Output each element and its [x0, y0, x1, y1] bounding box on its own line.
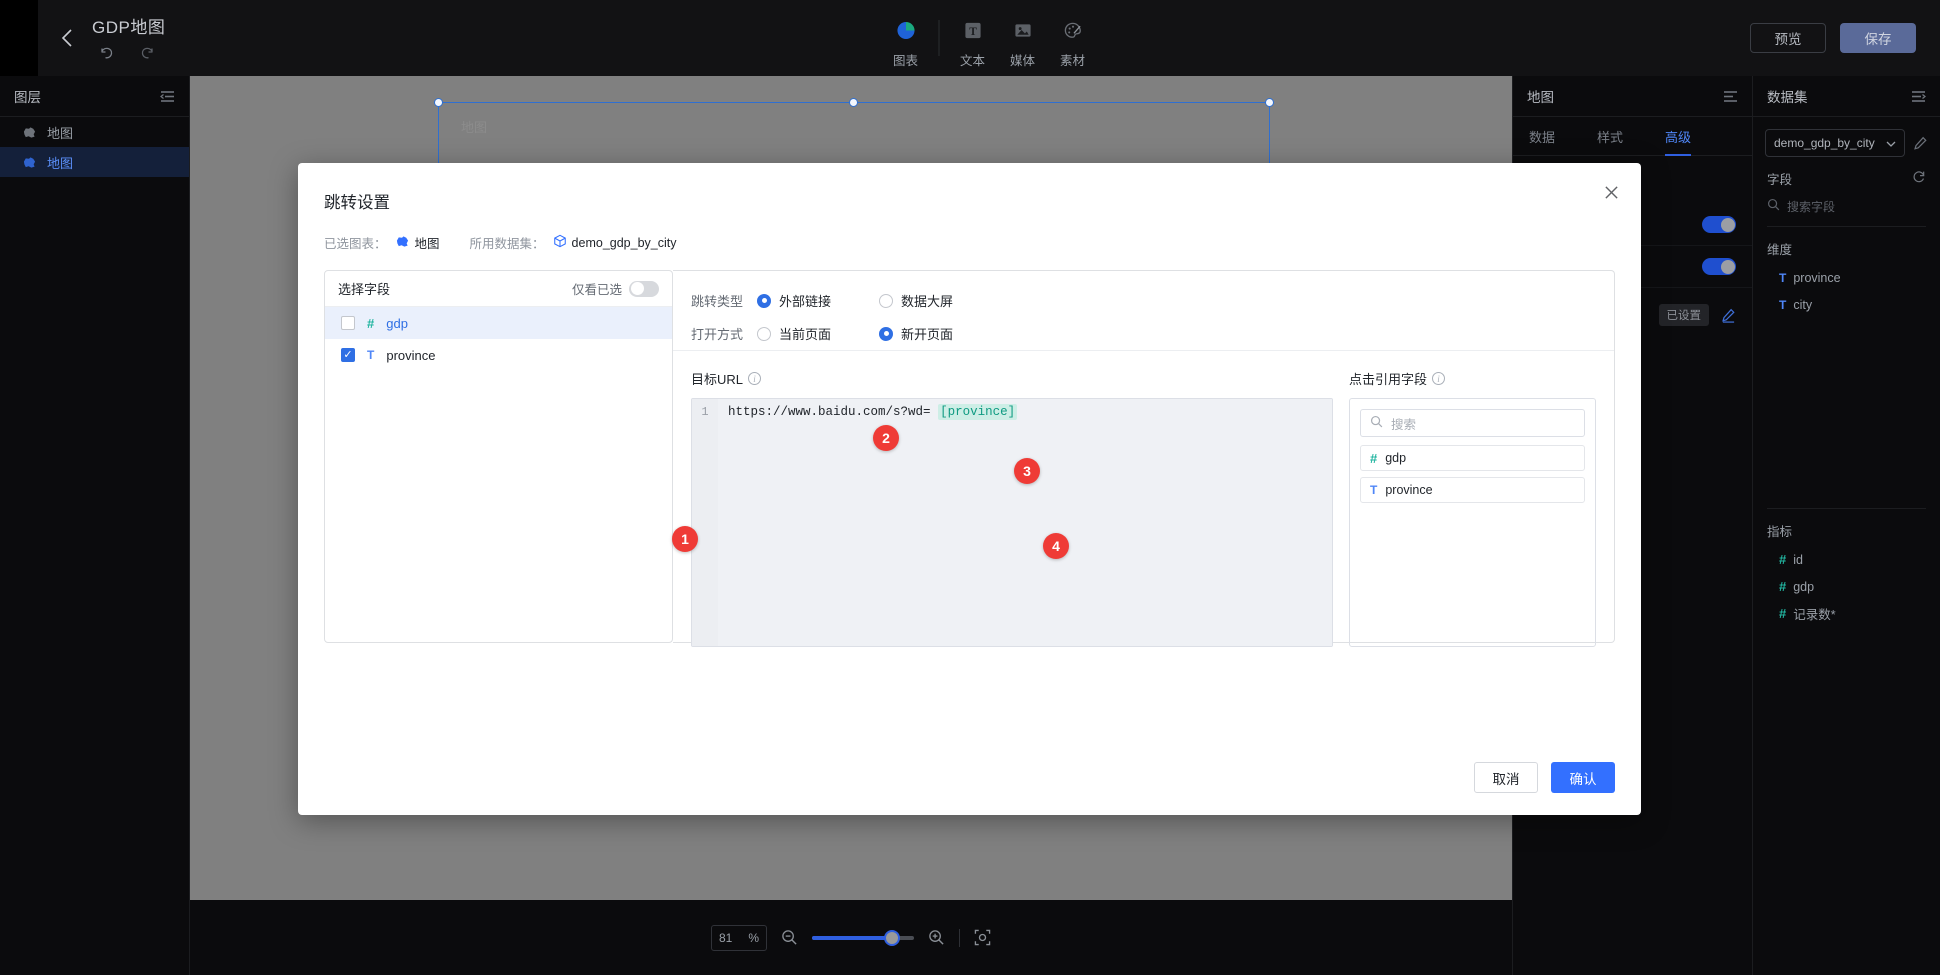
jump-type-label: 跳转类型	[691, 291, 757, 310]
radio-button[interactable]	[879, 327, 893, 341]
radio-button[interactable]	[879, 294, 893, 308]
checkbox[interactable]: ✓	[341, 348, 355, 362]
info-circle-icon[interactable]: i	[1432, 372, 1445, 385]
annotation-marker-2: 2	[873, 425, 899, 451]
dataset-used-label: 所用数据集：	[470, 233, 545, 252]
field-checkbox-row-gdp[interactable]: # gdp	[325, 307, 672, 339]
radio-button[interactable]	[757, 327, 771, 341]
cube-dataset-icon	[553, 234, 567, 251]
search-icon	[1370, 415, 1383, 431]
dialog-footer: 取消 确认	[1474, 762, 1615, 793]
field-selection-panel: 选择字段 仅看已选 # gdp ✓ T province	[324, 270, 673, 643]
radio-external-link[interactable]: 外部链接	[757, 291, 879, 310]
reference-field-province[interactable]: T province	[1360, 477, 1585, 503]
target-url-label: 目标URL	[691, 369, 743, 388]
jump-config-panel: 跳转类型 外部链接 数据大屏 打开方式	[673, 270, 1615, 643]
confirm-button[interactable]: 确认	[1551, 762, 1615, 793]
reference-label-group: 点击引用字段 i	[1349, 369, 1596, 388]
field-type-text-icon: T	[367, 348, 374, 362]
url-text-prefix: https://www.baidu.com/s?wd=	[728, 405, 931, 419]
reference-fields-label: 点击引用字段	[1349, 369, 1427, 388]
reference-field-gdp[interactable]: # gdp	[1360, 445, 1585, 471]
radio-new-page[interactable]: 新开页面	[879, 324, 1001, 343]
reference-fields-box: 搜索 # gdp T province	[1349, 398, 1596, 647]
jump-config-box: 跳转类型 外部链接 数据大屏 打开方式	[673, 270, 1615, 643]
target-url-label-group: 目标URL i	[691, 369, 1333, 388]
selected-chart-value: 地图	[415, 233, 440, 252]
code-line-number: 1	[692, 399, 718, 646]
url-column: 目标URL i 1 https://www.baidu.com/s?wd= [p…	[691, 369, 1333, 647]
radio-label: 数据大屏	[901, 291, 953, 310]
field-label: province	[386, 348, 435, 363]
annotation-marker-3: 3	[1014, 458, 1040, 484]
radio-label: 外部链接	[779, 291, 831, 310]
field-type-number-icon: #	[367, 316, 374, 331]
only-selected-label: 仅看已选	[572, 279, 622, 298]
open-mode-label: 打开方式	[691, 324, 757, 343]
search-input[interactable]: 搜索	[1360, 409, 1585, 437]
radio-label: 新开页面	[901, 324, 953, 343]
cancel-button[interactable]: 取消	[1474, 762, 1538, 793]
field-type-text-icon: T	[1370, 483, 1377, 497]
reference-column: 点击引用字段 i 搜索	[1349, 369, 1596, 647]
reference-field-label: province	[1385, 483, 1432, 497]
dialog-title: 跳转设置	[298, 163, 1641, 213]
app-root: GDP地图 图表	[0, 0, 1940, 975]
radio-label: 当前页面	[779, 324, 831, 343]
field-label: gdp	[386, 316, 408, 331]
checkbox[interactable]	[341, 316, 355, 330]
dialog-meta: 已选图表： 地图 所用数据集： demo_gdp_by_city	[298, 213, 1641, 252]
annotation-marker-1: 1	[672, 526, 698, 552]
dialog-body: 选择字段 仅看已选 # gdp ✓ T province	[298, 252, 1641, 643]
reference-field-label: gdp	[1385, 451, 1406, 465]
open-mode-row: 打开方式 当前页面 新开页面	[691, 324, 1614, 343]
selected-chart-value-group: 地图	[395, 233, 440, 252]
info-circle-icon[interactable]: i	[748, 372, 761, 385]
field-type-number-icon: #	[1370, 451, 1377, 466]
map-icon	[395, 235, 410, 251]
url-and-reference-section: 目标URL i 1 https://www.baidu.com/s?wd= [p…	[673, 351, 1614, 647]
radio-button[interactable]	[757, 294, 771, 308]
url-field-token[interactable]: [province]	[938, 404, 1017, 420]
selected-chart-label: 已选图表：	[324, 233, 387, 252]
field-selection-header: 选择字段 仅看已选	[325, 271, 672, 307]
dataset-used-value-group: demo_gdp_by_city	[553, 234, 677, 251]
search-placeholder: 搜索	[1391, 414, 1416, 433]
close-icon[interactable]	[1599, 180, 1623, 204]
url-code-editor[interactable]: 1 https://www.baidu.com/s?wd= [province]	[691, 398, 1333, 647]
only-selected-switch[interactable]	[629, 281, 659, 297]
jump-radio-section: 跳转类型 外部链接 数据大屏 打开方式	[673, 271, 1614, 351]
jump-type-row: 跳转类型 外部链接 数据大屏	[691, 291, 1614, 310]
field-selection-title: 选择字段	[338, 279, 390, 298]
annotation-marker-4: 4	[1043, 533, 1069, 559]
url-code-content[interactable]: https://www.baidu.com/s?wd= [province]	[718, 399, 1332, 646]
field-checkbox-row-province[interactable]: ✓ T province	[325, 339, 672, 371]
radio-data-dashboard[interactable]: 数据大屏	[879, 291, 1001, 310]
jump-settings-dialog: 跳转设置 已选图表： 地图 所用数据集： demo_gdp_by_city	[298, 163, 1641, 815]
radio-current-page[interactable]: 当前页面	[757, 324, 879, 343]
only-selected-toggle-group: 仅看已选	[572, 279, 659, 298]
dataset-used-value: demo_gdp_by_city	[572, 236, 677, 250]
